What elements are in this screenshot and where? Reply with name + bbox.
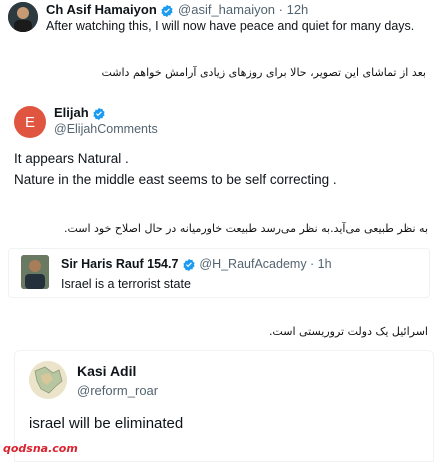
- tweet-text: After watching this, I will now have pea…: [46, 19, 415, 33]
- tweet-card-3: Sir Haris Rauf 154.7 @H_RaufAcademy · 1h…: [8, 248, 430, 298]
- person-photo-icon: [21, 255, 49, 289]
- display-name[interactable]: Kasi Adil: [77, 363, 136, 379]
- persian-caption-2: به نظر طبیعی می‌آید.به نظر می‌رسد طبیعت …: [63, 222, 428, 235]
- watermark: qodsna.com: [3, 442, 78, 455]
- avatar-letter: E: [24, 113, 35, 131]
- map-avatar-icon: [29, 361, 67, 399]
- avatar-kasi[interactable]: [29, 361, 67, 399]
- handle-and-time[interactable]: @H_RaufAcademy · 1h: [199, 257, 331, 271]
- verified-badge-icon: [183, 258, 195, 271]
- handle[interactable]: @reform_roar: [77, 383, 158, 398]
- person-photo-icon: [8, 2, 38, 32]
- avatar-elijah[interactable]: E: [14, 106, 46, 138]
- tweet-text-line-1: It appears Natural .: [14, 151, 129, 166]
- display-name[interactable]: Elijah: [54, 105, 89, 120]
- display-name[interactable]: Sir Haris Rauf 154.7: [61, 257, 178, 271]
- tweet-text: Israel is a terrorist state: [61, 277, 191, 291]
- tweet-text: israel will be eliminated: [29, 415, 184, 432]
- tweet-card-2: E Elijah @ElijahComments It appears Natu…: [2, 96, 436, 196]
- handle-and-time[interactable]: @asif_hamaiyon · 12h: [178, 2, 308, 17]
- display-name[interactable]: Ch Asif Hamaiyon: [46, 2, 157, 17]
- handle[interactable]: @ElijahComments: [54, 122, 158, 136]
- tweet-card-1: Ch Asif Hamaiyon @asif_hamaiyon · 12h Af…: [0, 0, 438, 40]
- avatar-haris[interactable]: [21, 255, 49, 289]
- tweet-text-line-2: Nature in the middle east seems to be se…: [14, 172, 337, 187]
- persian-caption-1: بعد از تماشای این تصویر، حالا برای روزها…: [101, 66, 426, 79]
- persian-caption-3: اسرائیل یک دولت تروریستی است.: [268, 325, 428, 338]
- verified-badge-icon: [93, 107, 105, 120]
- avatar-asif[interactable]: [8, 2, 38, 32]
- verified-badge-icon: [161, 4, 173, 17]
